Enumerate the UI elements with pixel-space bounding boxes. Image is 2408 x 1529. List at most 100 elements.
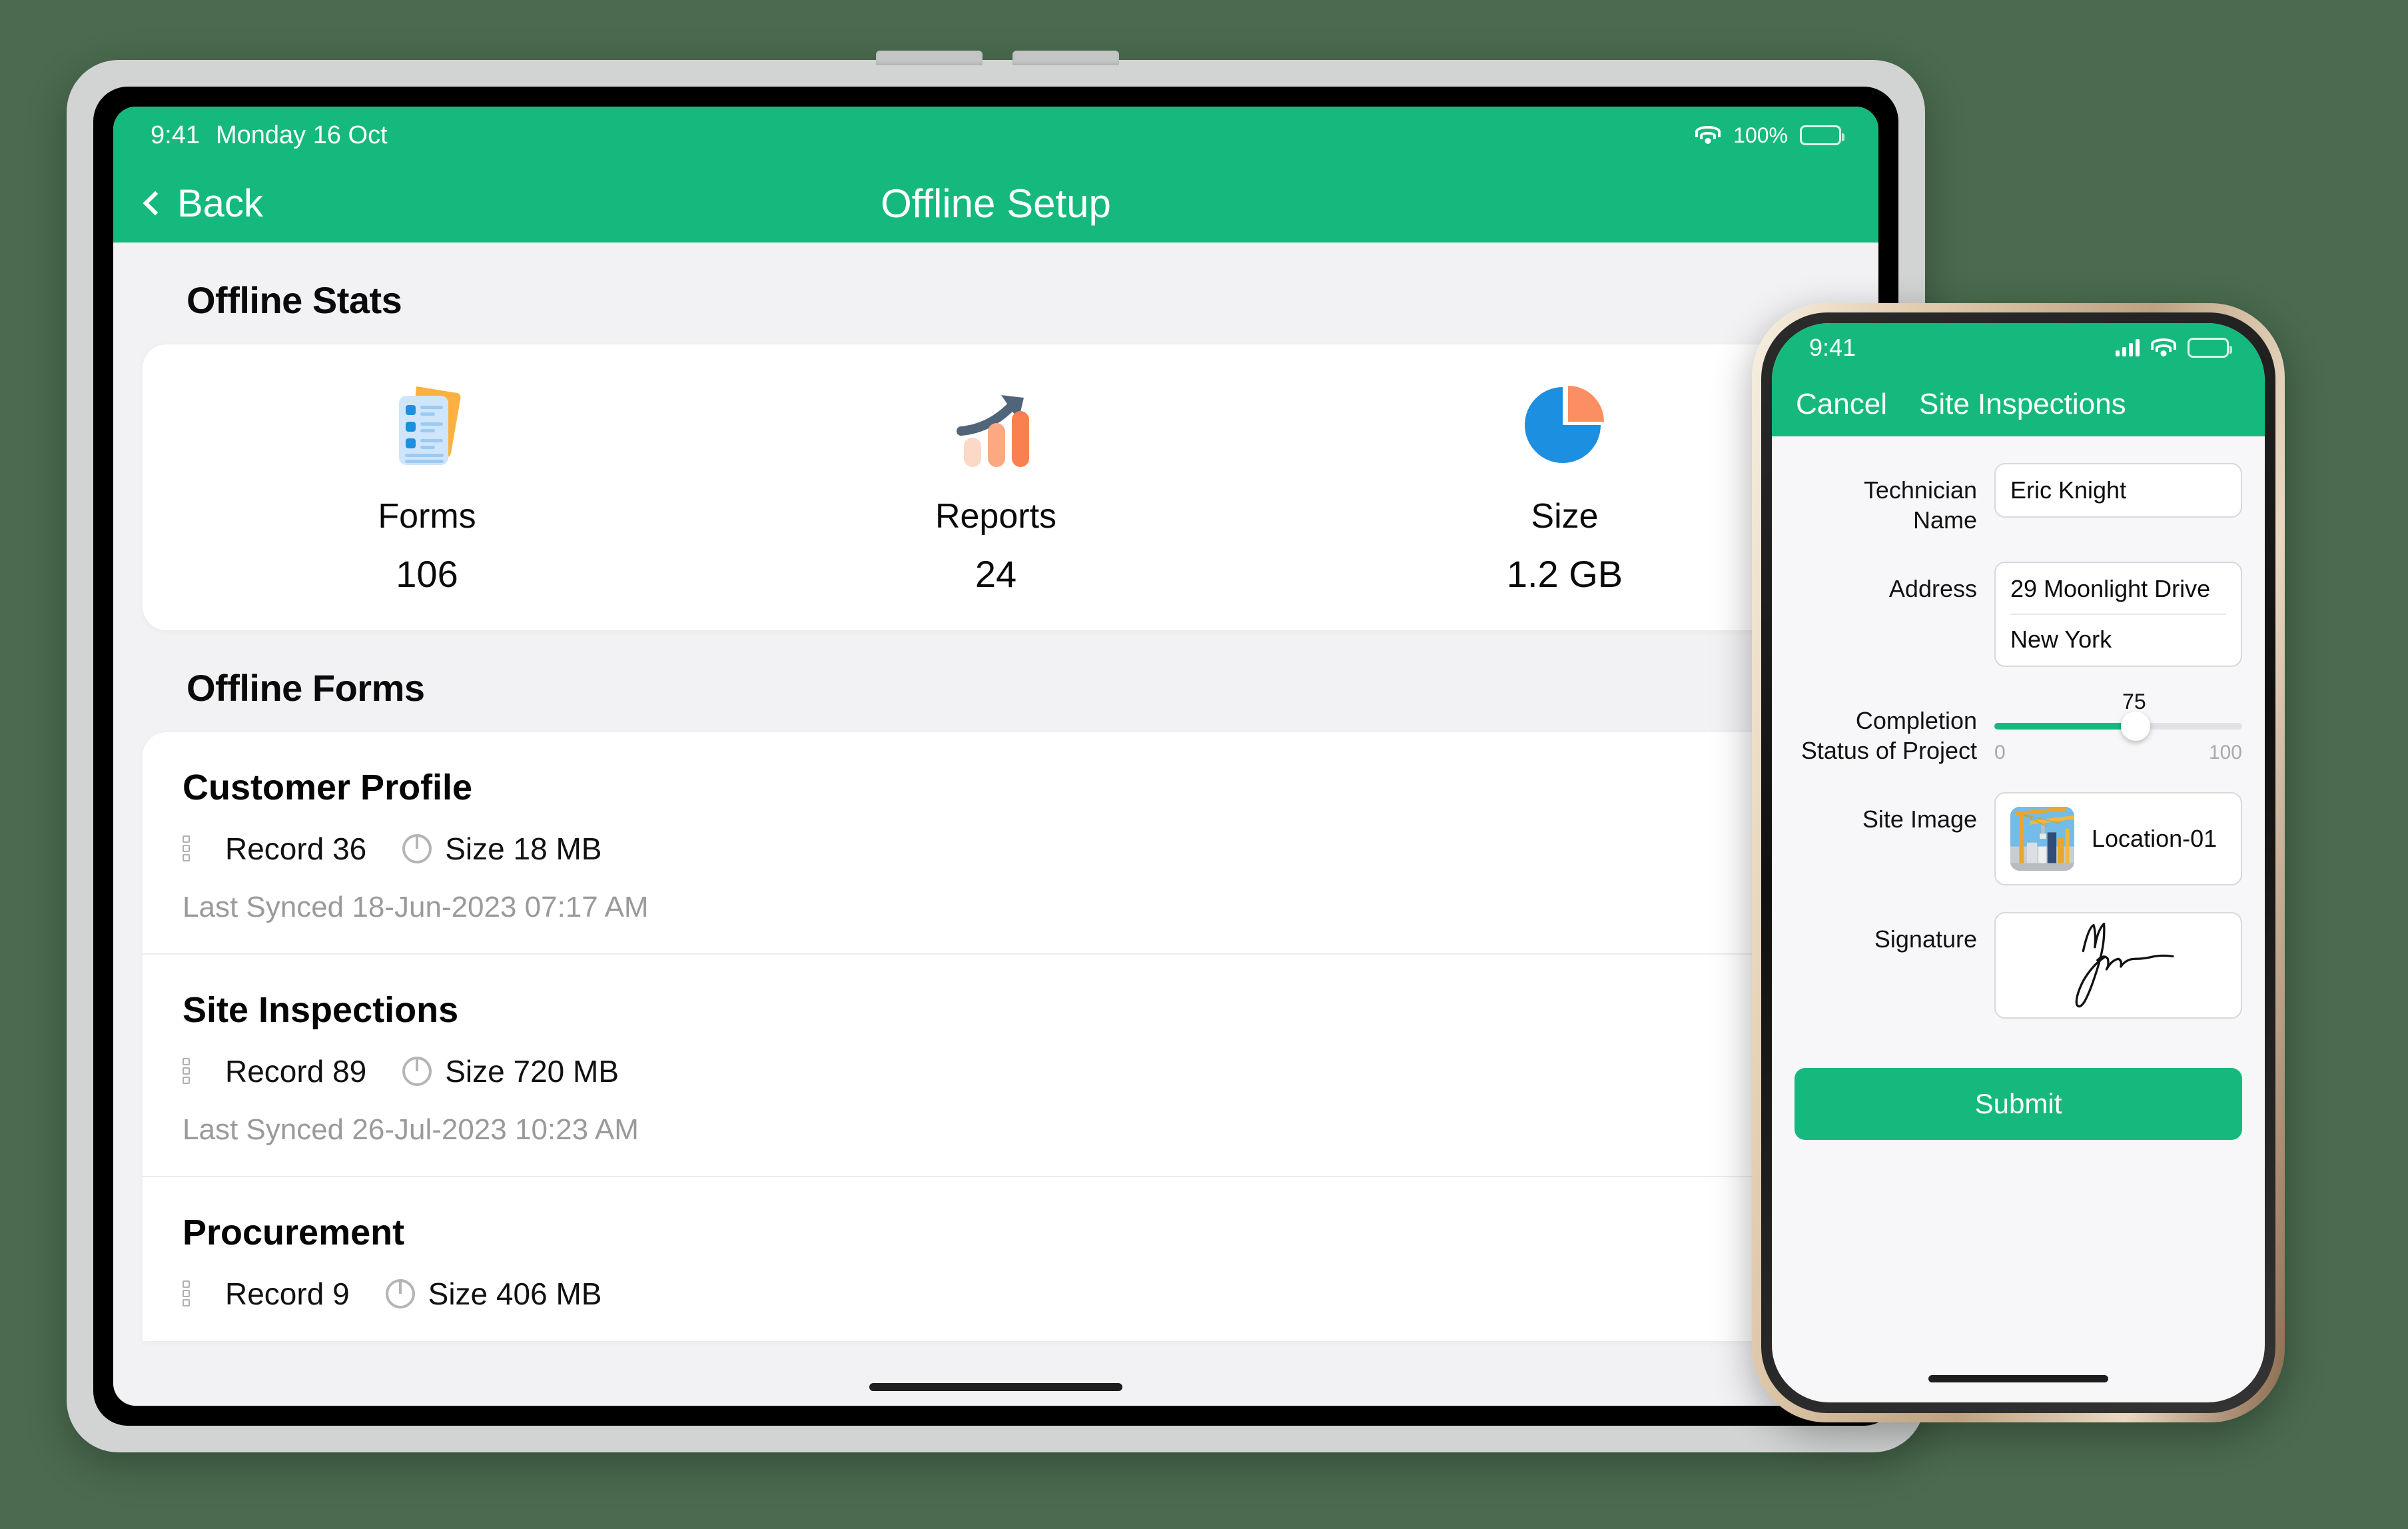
tablet-battery-percent: 100% [1733, 123, 1788, 147]
table-row[interactable]: Customer Profile Record 36 Size 18 MB La… [143, 732, 1849, 953]
chevron-left-icon [143, 191, 168, 216]
submit-button[interactable]: Submit [1795, 1068, 2242, 1140]
last-synced-label: Last Synced 18-Jun-2023 07:17 AM [183, 891, 649, 923]
wifi-icon [1695, 126, 1721, 145]
record-count: Record 89 [183, 1053, 366, 1089]
form-row-meta: Record 89 Size 720 MB [183, 1053, 1809, 1089]
completion-status-label-line1: Completion [1855, 707, 1977, 734]
completion-slider-thumb[interactable] [2121, 712, 2151, 741]
form-row-meta: Record 36 Size 18 MB [183, 831, 1809, 867]
stat-size-value: 1.2 GB [1506, 553, 1623, 595]
pie-chart-outline-icon [385, 1279, 415, 1308]
stat-reports-label: Reports [935, 497, 1057, 536]
stat-reports[interactable]: Reports 24 [711, 375, 1280, 596]
checklist-icon [183, 1058, 212, 1085]
address-label: Address [1888, 575, 1977, 602]
address-line-1[interactable]: 29 Moonlight Drive [2010, 575, 2226, 603]
technician-name-label: Technician Name [1863, 476, 1977, 534]
address-line-2[interactable]: New York [2010, 614, 2226, 654]
offline-forms-heading: Offline Forms [187, 667, 425, 709]
phone-device: 9:41 Cancel Site Inspections Technician … [1752, 303, 2285, 1422]
signature-pad[interactable] [1994, 912, 2242, 1019]
tablet-volume-down-button[interactable] [1012, 51, 1119, 65]
form-row-title: Procurement [183, 1213, 405, 1253]
completion-slider-value: 75 [2122, 690, 2146, 714]
site-image-value: Location-01 [2092, 825, 2217, 852]
tablet-status-right: 100% [1695, 123, 1844, 148]
phone-page-title: Site Inspections [1918, 388, 2126, 420]
site-inspection-form: Technician Name Eric Knight Address 29 M… [1772, 436, 2265, 1140]
stat-forms[interactable]: Forms 106 [143, 375, 711, 596]
completion-slider[interactable] [1994, 712, 2242, 741]
battery-icon [1800, 125, 1844, 145]
cancel-button[interactable]: Cancel [1796, 388, 1887, 421]
table-row[interactable]: Procurement Record 9 Size 406 MB [143, 1176, 1849, 1341]
checklist-icon [183, 835, 212, 862]
tablet-screen: 9:41 Monday 16 Oct 100% Back Offline Set… [113, 107, 1878, 1406]
tablet-status-bar: 9:41 Monday 16 Oct 100% [113, 107, 1878, 164]
tablet-content: Offline Stats Forms 106 Reports 24 Size … [113, 243, 1878, 1406]
battery-icon [2188, 338, 2232, 358]
form-row-title: Site Inspections [183, 990, 459, 1030]
construction-site-photo [2010, 807, 2074, 871]
technician-name-row: Technician Name Eric Knight [1795, 463, 2242, 535]
bar-chart-growth-icon [949, 375, 1042, 475]
tablet-home-indicator[interactable] [869, 1383, 1122, 1391]
size-value: Size 18 MB [402, 831, 602, 867]
tablet-status-date: Monday 16 Oct [215, 121, 388, 149]
back-button-label: Back [177, 181, 263, 225]
site-image-row: Site Image Location-01 [1795, 792, 2242, 885]
record-count-label: Record 36 [225, 831, 367, 866]
page-title: Offline Setup [881, 181, 1111, 226]
tablet-bezel: 9:41 Monday 16 Oct 100% Back Offline Set… [93, 87, 1898, 1426]
record-count-label: Record 9 [225, 1276, 350, 1311]
completion-status-row: Completion Status of Project 75 0 100 [1795, 690, 2242, 765]
completion-status-label: Completion Status of Project [1795, 694, 1994, 765]
wifi-icon [2150, 338, 2177, 357]
stat-reports-value: 24 [975, 553, 1017, 595]
site-image-label: Site Image [1862, 805, 1977, 833]
offline-stats-card: Forms 106 Reports 24 Size 1.2 GB [143, 344, 1849, 630]
tablet-status-left: 9:41 Monday 16 Oct [151, 121, 388, 150]
stat-forms-value: 106 [396, 553, 458, 595]
record-count-label: Record 89 [225, 1054, 367, 1089]
size-value: Size 720 MB [402, 1053, 619, 1089]
completion-slider-scale: 0 100 [1994, 742, 2242, 764]
signature-row: Signature [1795, 912, 2242, 1019]
offline-forms-list: Customer Profile Record 36 Size 18 MB La… [143, 732, 1849, 1341]
address-row: Address 29 Moonlight Drive New York [1795, 562, 2242, 667]
pie-chart-outline-icon [402, 834, 432, 863]
phone-bezel: 9:41 Cancel Site Inspections Technician … [1761, 312, 2275, 1413]
size-value: Size 406 MB [385, 1276, 602, 1312]
size-value-label: Size 406 MB [428, 1276, 602, 1311]
pie-chart-outline-icon [402, 1057, 432, 1086]
address-input[interactable]: 29 Moonlight Drive New York [1994, 562, 2242, 667]
back-button[interactable]: Back [113, 181, 263, 226]
phone-status-time: 9:41 [1809, 334, 1856, 361]
form-row-title: Customer Profile [183, 767, 473, 807]
size-value-label: Size 720 MB [445, 1054, 619, 1089]
form-row-meta: Record 9 Size 406 MB [183, 1276, 1809, 1312]
record-count: Record 9 [183, 1276, 350, 1312]
phone-home-indicator[interactable] [1928, 1375, 2108, 1382]
completion-slider-wrap: 75 0 100 [1994, 690, 2242, 764]
tablet-volume-up-button[interactable] [876, 51, 983, 65]
slider-max-label: 100 [2208, 742, 2242, 764]
table-row[interactable]: Site Inspections Record 89 Size 720 MB L… [143, 953, 1849, 1176]
record-count: Record 36 [183, 831, 366, 867]
documents-icon [387, 375, 467, 475]
signature-label: Signature [1874, 925, 1977, 953]
last-synced-label: Last Synced 26-Jul-2023 10:23 AM [183, 1113, 639, 1146]
phone-nav-bar: Cancel Site Inspections [1772, 372, 2265, 436]
stat-forms-label: Forms [378, 497, 476, 536]
offline-stats-heading: Offline Stats [187, 279, 402, 321]
slider-min-label: 0 [1994, 742, 2006, 764]
technician-name-input[interactable]: Eric Knight [1994, 463, 2242, 518]
tablet-device: 9:41 Monday 16 Oct 100% Back Offline Set… [67, 51, 1934, 1452]
completion-slider-fill [1994, 723, 2136, 730]
tablet-status-time: 9:41 [151, 121, 200, 149]
cellular-signal-icon [2116, 339, 2140, 356]
site-image-picker[interactable]: Location-01 [1994, 792, 2242, 885]
tablet-nav-bar: Back Offline Setup [113, 164, 1878, 243]
completion-status-label-line2: Status of Project [1801, 737, 1977, 764]
